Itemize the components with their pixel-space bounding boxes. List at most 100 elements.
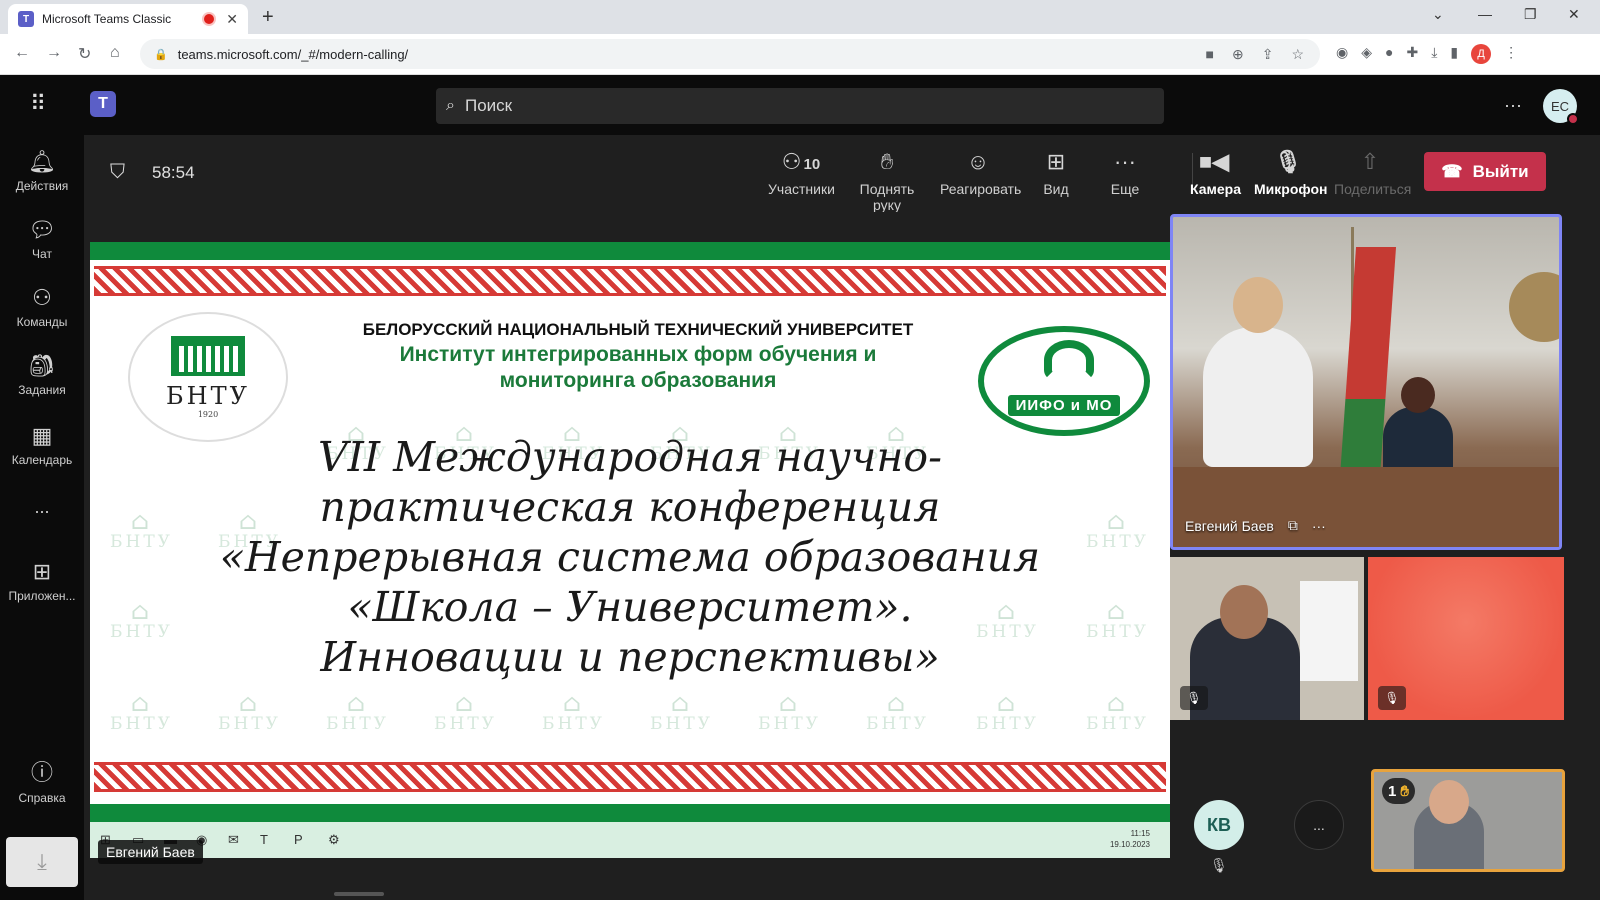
raise-hand-label: Поднять руку — [859, 181, 915, 213]
bntu-logo-year: 1920 — [197, 409, 219, 419]
teams-icon: ⚇ — [32, 285, 52, 310]
rail-item-assignments[interactable]: 🎒︎ Задания — [0, 353, 84, 397]
presence-status-icon — [1567, 113, 1579, 125]
browser-menu-icon[interactable]: ⋮ — [1504, 44, 1518, 64]
raise-hand-button[interactable]: ✋︎ Поднять руку — [844, 149, 930, 221]
slide-watermark: БНТУ — [218, 692, 281, 734]
tile-more-icon[interactable]: ··· — [1312, 518, 1326, 534]
bookmark-star-icon[interactable]: ☆ — [1291, 46, 1304, 63]
teams-favicon-icon: T — [18, 11, 34, 27]
app-launcher-icon[interactable]: ⠿ — [30, 91, 47, 117]
rail-item-teams[interactable]: ⚇ Команды — [0, 285, 84, 329]
mic-button[interactable]: 🎙︎ Микрофон — [1254, 149, 1327, 197]
raised-hand-icon: ✋︎ — [1400, 782, 1409, 800]
rail-item-chat[interactable]: 💬︎ Чат — [0, 217, 84, 261]
view-button[interactable]: ⊞ Вид — [1038, 149, 1074, 197]
participants-button[interactable]: ⚇ 10 Участники — [768, 149, 835, 197]
raised-hands-count: 1 — [1388, 782, 1397, 800]
whiteboard — [1300, 581, 1358, 681]
title-line: практическая конференция — [319, 483, 941, 531]
pin-icon[interactable]: ⧉ — [1288, 517, 1298, 534]
lock-icon: 🔒 — [154, 48, 168, 61]
slide-watermark: БНТУ — [326, 692, 389, 734]
settings-more-icon[interactable]: ··· — [1504, 95, 1522, 116]
tab-search-icon[interactable]: ⌄ — [1432, 6, 1444, 23]
teams-logo-icon: T — [90, 91, 116, 117]
user-avatar[interactable]: EC — [1543, 89, 1579, 125]
download-app-button[interactable]: ⤓ — [6, 837, 78, 887]
search-input[interactable]: ⌕ Поиск — [436, 88, 1164, 124]
meeting-stage: БНТУ БНТУ БНТУ БНТУ БНТУ БНТУ БНТУ БНТУ … — [84, 212, 1600, 900]
minimize-button[interactable]: — — [1478, 6, 1492, 22]
forward-icon[interactable]: → — [46, 44, 62, 62]
new-tab-button[interactable]: + — [262, 6, 274, 29]
extensions-puzzle-icon[interactable]: ✚ — [1406, 44, 1418, 64]
mic-muted-icon: 🎙︎ — [1378, 686, 1406, 710]
more-label: Еще — [1110, 181, 1140, 197]
bell-icon: 🔔︎ — [28, 149, 56, 174]
more-actions-button[interactable]: ··· Еще — [1110, 149, 1140, 197]
more-participants-button[interactable]: ... — [1294, 800, 1344, 850]
browser-tab[interactable]: T Microsoft Teams Classic ✕ — [8, 4, 248, 34]
participant-avatar[interactable]: КВ — [1194, 800, 1244, 850]
chat-icon: 💬︎ — [28, 217, 56, 242]
slide-watermark: БНТУ — [110, 692, 173, 734]
share-page-icon[interactable]: ⇪ — [1262, 46, 1274, 63]
bntu-building-icon — [171, 335, 245, 376]
meeting-toolbar: ⛉ 58:54 ⚇ 10 Участники ✋︎ Поднять руку ☺ … — [84, 135, 1600, 221]
home-icon[interactable]: ⌂ — [110, 44, 120, 62]
extension-3-icon[interactable]: ● — [1385, 44, 1393, 64]
self-person — [1414, 780, 1484, 869]
profile-avatar[interactable]: Д — [1471, 44, 1492, 64]
mic-muted-icon: 🎙︎ — [1210, 857, 1228, 873]
leave-button[interactable]: ☎ Выйти — [1424, 152, 1546, 191]
extension-2-icon[interactable]: ◈ — [1361, 44, 1372, 64]
teams-header: ⠿ T ⌕ Поиск ··· EC — [0, 75, 1600, 135]
browser-tabbar: T Microsoft Teams Classic ✕ + ⌄ — ❐ ✕ — [0, 0, 1600, 34]
speaker-person — [1203, 277, 1313, 467]
app-rail: 🔔︎ Действия 💬︎ Чат ⚇ Команды 🎒︎ Задания … — [0, 135, 84, 900]
camera-icon: ■◀ — [1198, 149, 1230, 174]
recording-indicator-icon — [204, 14, 215, 24]
back-icon[interactable]: ← — [14, 44, 30, 62]
rail-item-calendar[interactable]: ▦ Календарь — [0, 423, 84, 467]
rail-item-apps[interactable]: ⊞ Приложен... — [0, 559, 84, 603]
mail-icon: ✉ — [228, 832, 239, 847]
zoom-icon[interactable]: ⊕ — [1232, 46, 1244, 63]
rail-label: Справка — [18, 791, 66, 805]
title-line: VII Международная научно- — [318, 433, 942, 481]
bntu-logo: БНТУ 1920 — [128, 312, 288, 442]
layout-grid-icon: ⊞ — [1046, 149, 1066, 174]
rail-item-activity[interactable]: 🔔︎ Действия — [0, 149, 84, 193]
maximize-button[interactable]: ❐ — [1524, 6, 1537, 23]
meeting-info-shield-icon[interactable]: ⛉ — [110, 161, 125, 184]
extension-1-icon[interactable]: ◉ — [1336, 44, 1348, 64]
settings-gear-icon: ⚙ — [328, 832, 340, 847]
share-button[interactable]: ⇧ Поделиться — [1334, 149, 1411, 197]
camera-label: Камера — [1190, 181, 1241, 197]
clock-time: 11:15 — [1130, 829, 1150, 838]
reload-icon[interactable]: ↻ — [78, 44, 91, 64]
close-tab-icon[interactable]: ✕ — [226, 11, 238, 28]
camera-button[interactable]: ■◀ Камера — [1190, 149, 1241, 197]
participant-video-tile[interactable]: 🎙︎ — [1170, 557, 1364, 720]
sidepanel-icon[interactable]: ▮ — [1450, 44, 1458, 64]
self-video-tile[interactable]: 1 ✋︎ — [1371, 769, 1565, 872]
rail-label: Действия — [15, 179, 69, 193]
close-window-button[interactable]: ✕ — [1568, 6, 1580, 23]
downloads-icon[interactable]: ⤓ — [1431, 44, 1437, 64]
mic-muted-icon: 🎙︎ — [1180, 686, 1208, 710]
iifo-logo: ИИФО и МО — [978, 326, 1150, 436]
url-field[interactable]: 🔒 teams.microsoft.com/_#/modern-calling/… — [140, 39, 1320, 69]
camera-permission-icon[interactable]: ■ — [1206, 46, 1214, 63]
participant-video-tile[interactable]: 🎙︎ — [1368, 557, 1564, 720]
stage-scrollbar[interactable] — [334, 892, 384, 896]
search-icon: ⌕ — [446, 97, 455, 114]
rail-item-help[interactable]: ⓘ Справка — [0, 755, 84, 805]
slide-watermark: БНТУ — [650, 692, 713, 734]
hand-icon: ✋︎ — [880, 149, 894, 174]
speaker-video-tile[interactable]: Евгений Баев ⧉ ··· — [1170, 214, 1562, 550]
slide-title: VII Международная научно- практическая к… — [120, 432, 1140, 682]
rail-item-more[interactable]: ... — [0, 497, 84, 518]
react-button[interactable]: ☺ Реагировать — [940, 149, 1021, 197]
